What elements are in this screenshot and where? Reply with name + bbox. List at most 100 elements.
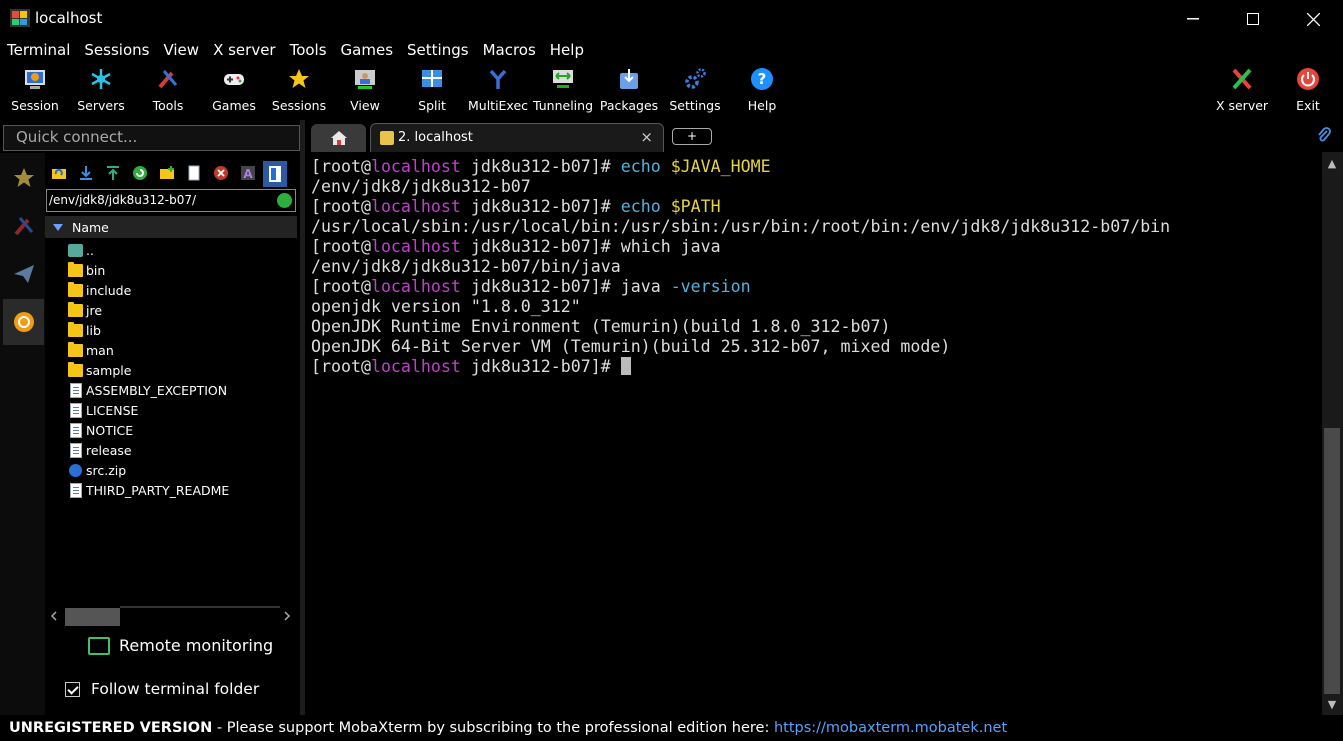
menu-help[interactable]: Help (543, 38, 591, 62)
new-file-button[interactable] (186, 165, 202, 181)
path-text: /env/jdk8/jdk8u312-b07/ (49, 193, 197, 207)
scroll-right-icon[interactable] (283, 611, 291, 621)
delete-button[interactable] (213, 165, 229, 181)
file-icon (70, 383, 82, 398)
list-item[interactable]: LICENSE (45, 401, 297, 421)
list-item[interactable]: ASSEMBLY_EXCEPTION (45, 381, 297, 401)
servers-button[interactable]: Servers (76, 66, 126, 118)
command-text: -version (670, 277, 751, 296)
terminal-scrollbar[interactable]: ▲ ▼ (1322, 152, 1343, 715)
mobatek-link[interactable]: https://mobaxterm.mobatek.net (774, 720, 1007, 736)
scroll-down-icon[interactable]: ▼ (1326, 698, 1338, 711)
list-item[interactable]: release (45, 441, 297, 461)
menu-view[interactable]: View (156, 38, 206, 62)
tab-home[interactable] (311, 124, 366, 152)
rename-button[interactable]: A (240, 165, 256, 181)
list-item[interactable]: NOTICE (45, 421, 297, 441)
sidebar-tab-macros[interactable] (3, 251, 44, 297)
home-icon (330, 131, 347, 145)
path-input[interactable]: /env/jdk8/jdk8u312-b07/ (46, 189, 296, 212)
svg-text:A: A (243, 167, 253, 181)
list-item[interactable]: man (45, 341, 297, 361)
list-item[interactable]: jre (45, 301, 297, 321)
prompt-dir: jdk8u312-b07]# (460, 197, 621, 216)
sidebar-tab-sftp[interactable] (3, 299, 44, 345)
attachment-icon[interactable] (1317, 126, 1331, 144)
command-text: echo (620, 197, 671, 216)
list-item[interactable]: lib (45, 321, 297, 341)
toggle-panel-button[interactable] (263, 161, 287, 187)
terminal-command-line: [root@localhost jdk8u312-b07]# echo $JAV… (311, 157, 1322, 177)
sidebar-tab-sessions[interactable] (3, 155, 44, 201)
prompt-host: localhost (370, 157, 461, 176)
split-button[interactable]: Split (407, 66, 457, 118)
new-folder-button[interactable] (159, 165, 175, 181)
close-button[interactable] (1290, 0, 1336, 38)
list-item[interactable]: include (45, 281, 297, 301)
list-item[interactable]: sample (45, 361, 297, 381)
prompt-user: [root@ (311, 157, 371, 176)
path-ok-icon[interactable] (277, 193, 292, 208)
upload-button[interactable] (105, 165, 121, 181)
download-button[interactable] (78, 165, 94, 181)
file-icon (70, 403, 82, 418)
terminal-command-line: [root@localhost jdk8u312-b07]# echo $PAT… (311, 197, 1322, 217)
refresh-folder-button[interactable] (51, 165, 67, 181)
menu-macros[interactable]: Macros (476, 38, 543, 62)
list-item[interactable]: .. (45, 241, 297, 261)
list-item[interactable]: THIRD_PARTY_README (45, 481, 297, 501)
session-button[interactable]: Session (10, 66, 60, 118)
scrollbar-thumb[interactable] (1324, 428, 1340, 694)
download-icon (80, 166, 92, 180)
new-tab-button[interactable]: + (672, 128, 712, 145)
quick-connect-input[interactable]: Quick connect... (3, 125, 300, 151)
title-bar: localhost (0, 0, 1343, 38)
menu-terminal[interactable]: Terminal (0, 38, 77, 62)
list-item[interactable]: bin (45, 261, 297, 281)
terminal-prompt-line: [root@localhost jdk8u312-b07]# (311, 357, 1322, 377)
terminal-tab-icon (380, 131, 394, 145)
command-text: $JAVA_HOME (670, 157, 771, 176)
view-button[interactable]: View (340, 66, 390, 118)
horizontal-scrollbar[interactable] (50, 606, 295, 626)
tools-button[interactable]: Tools (143, 66, 193, 118)
settings-button[interactable]: Settings (668, 66, 722, 118)
tab-localhost[interactable]: 2. localhost × (370, 123, 664, 152)
games-button[interactable]: Games (209, 66, 259, 118)
menu-sessions[interactable]: Sessions (77, 38, 156, 62)
menu-games[interactable]: Games (334, 38, 400, 62)
scroll-left-icon[interactable] (50, 611, 58, 621)
sessions-button[interactable]: Sessions (271, 66, 327, 118)
refresh-button[interactable] (132, 165, 148, 181)
follow-terminal-folder-checkbox[interactable]: Follow terminal folder (65, 680, 259, 698)
menu-tools[interactable]: Tools (283, 38, 334, 62)
minimize-button[interactable] (1170, 0, 1216, 38)
zip-icon (69, 464, 82, 477)
remote-monitoring-button[interactable]: Remote monitoring (88, 636, 273, 655)
tunneling-button[interactable]: Tunneling (533, 66, 593, 118)
terminal-output-line: /env/jdk8/jdk8u312-b07/bin/java (311, 257, 621, 276)
packages-button[interactable]: Packages (600, 66, 658, 118)
exit-button[interactable]: Exit (1288, 66, 1328, 118)
maximize-button[interactable] (1230, 0, 1276, 38)
terminal-output[interactable]: [root@localhost jdk8u312-b07]# echo $JAV… (305, 152, 1322, 715)
x-server-button[interactable]: X server (1214, 66, 1270, 118)
sidebar-tab-tools[interactable] (3, 203, 44, 249)
command-text: $PATH (670, 197, 721, 216)
scrollbar-track (120, 606, 280, 608)
multiexec-button[interactable]: MultiExec (468, 66, 528, 118)
session-icon (22, 66, 48, 92)
terminal-output-line: /usr/local/sbin:/usr/local/bin:/usr/sbin… (311, 217, 1171, 236)
scrollbar-thumb[interactable] (65, 608, 120, 626)
rename-icon: A (241, 166, 255, 181)
column-header-name[interactable]: Name (45, 216, 297, 238)
folder-icon (68, 282, 83, 297)
tools-icon (13, 217, 33, 236)
monitor-icon (88, 636, 110, 655)
help-button[interactable]: ? Help (737, 66, 787, 118)
menu-settings[interactable]: Settings (400, 38, 476, 62)
menu-x-server[interactable]: X server (206, 38, 283, 62)
list-item[interactable]: src.zip (45, 461, 297, 481)
tab-close-icon[interactable]: × (640, 128, 653, 146)
scroll-up-icon[interactable]: ▲ (1326, 157, 1338, 170)
